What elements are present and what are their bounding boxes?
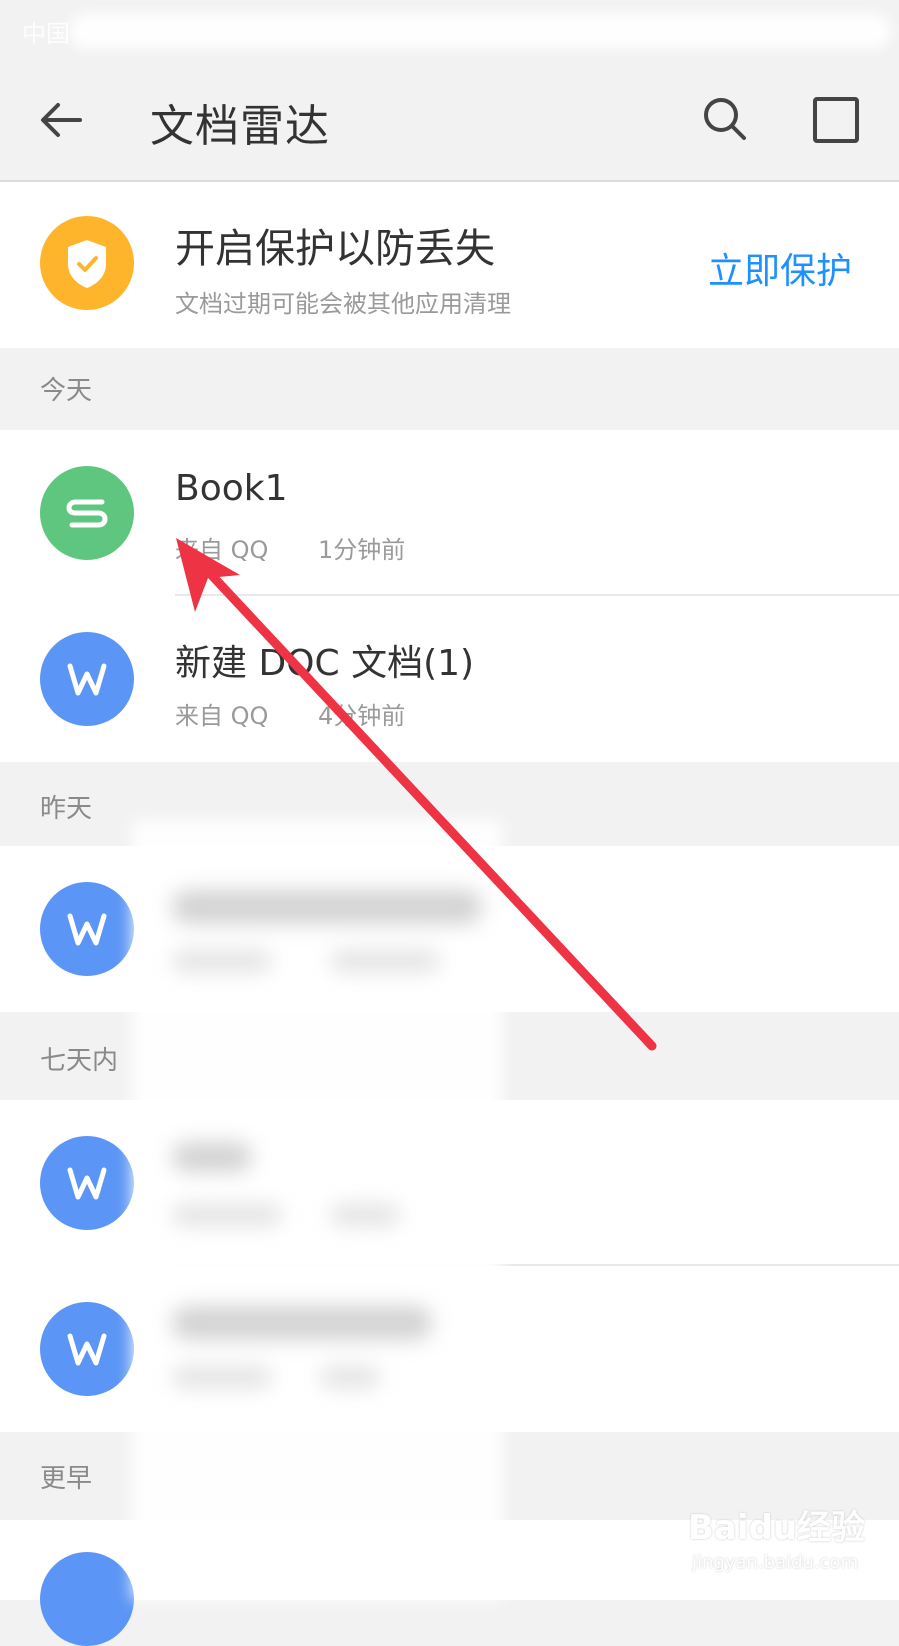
section-header-today: 今天 xyxy=(0,348,899,430)
blurred-text xyxy=(172,1204,282,1226)
file-time: 1分钟前 xyxy=(318,536,406,564)
back-button[interactable] xyxy=(36,94,88,146)
section-label: 更早 xyxy=(40,1464,93,1494)
blurred-text xyxy=(172,1142,252,1172)
protect-subtitle: 文档过期可能会被其他应用清理 xyxy=(175,290,511,318)
page-title: 文档雷达 xyxy=(150,101,330,152)
status-bar: 中国 xyxy=(0,0,899,62)
file-avatar xyxy=(40,1302,134,1396)
file-avatar xyxy=(40,466,134,560)
protect-title: 开启保护以防丢失 xyxy=(175,226,495,272)
file-source: 来自 QQ xyxy=(175,536,269,564)
shield-check-icon xyxy=(68,240,106,288)
app-bar: 文档雷达 xyxy=(0,62,899,182)
section-label: 今天 xyxy=(40,376,93,406)
blurred-text xyxy=(172,1306,432,1340)
carrier-label: 中国 xyxy=(22,20,70,48)
file-avatar xyxy=(40,1552,134,1646)
protect-now-button[interactable]: 立即保护 xyxy=(708,242,852,294)
blurred-text xyxy=(172,1366,272,1388)
file-name: 新建 DOC 文档(1) xyxy=(175,643,475,684)
spreadsheet-s-icon xyxy=(66,499,108,528)
blurred-text xyxy=(172,890,482,924)
blurred-text xyxy=(330,950,440,972)
file-time: 4分钟前 xyxy=(318,702,406,730)
file-avatar xyxy=(40,882,134,976)
word-w-icon xyxy=(67,1333,107,1366)
list-item[interactable]: 新建 DOC 文档(1) 来自 QQ 4分钟前 xyxy=(0,596,899,762)
word-w-icon xyxy=(67,913,107,946)
section-label: 昨天 xyxy=(40,794,93,824)
blurred-text xyxy=(320,1366,380,1388)
file-name: Book1 xyxy=(175,468,288,509)
window-button[interactable] xyxy=(812,96,860,144)
search-icon xyxy=(704,98,746,140)
search-button[interactable] xyxy=(700,94,750,144)
square-window-icon xyxy=(813,97,859,143)
watermark-logo: Baidu经验 xyxy=(688,1508,866,1548)
protect-banner: 开启保护以防丢失 文档过期可能会被其他应用清理 立即保护 xyxy=(0,182,899,348)
arrow-left-icon xyxy=(41,103,82,137)
blurred-text xyxy=(330,1204,400,1226)
blurred-text xyxy=(172,950,272,972)
file-avatar xyxy=(40,1136,134,1230)
word-w-icon xyxy=(67,663,107,696)
word-w-icon xyxy=(67,1167,107,1200)
list-item[interactable]: Book1 来自 QQ 1分钟前 xyxy=(0,430,899,596)
status-bar-blur xyxy=(70,14,890,48)
watermark-url: jingyan.baidu.com xyxy=(692,1552,859,1573)
section-label: 七天内 xyxy=(40,1046,119,1076)
file-source: 来自 QQ xyxy=(175,702,269,730)
shield-badge xyxy=(40,216,134,310)
file-avatar xyxy=(40,632,134,726)
